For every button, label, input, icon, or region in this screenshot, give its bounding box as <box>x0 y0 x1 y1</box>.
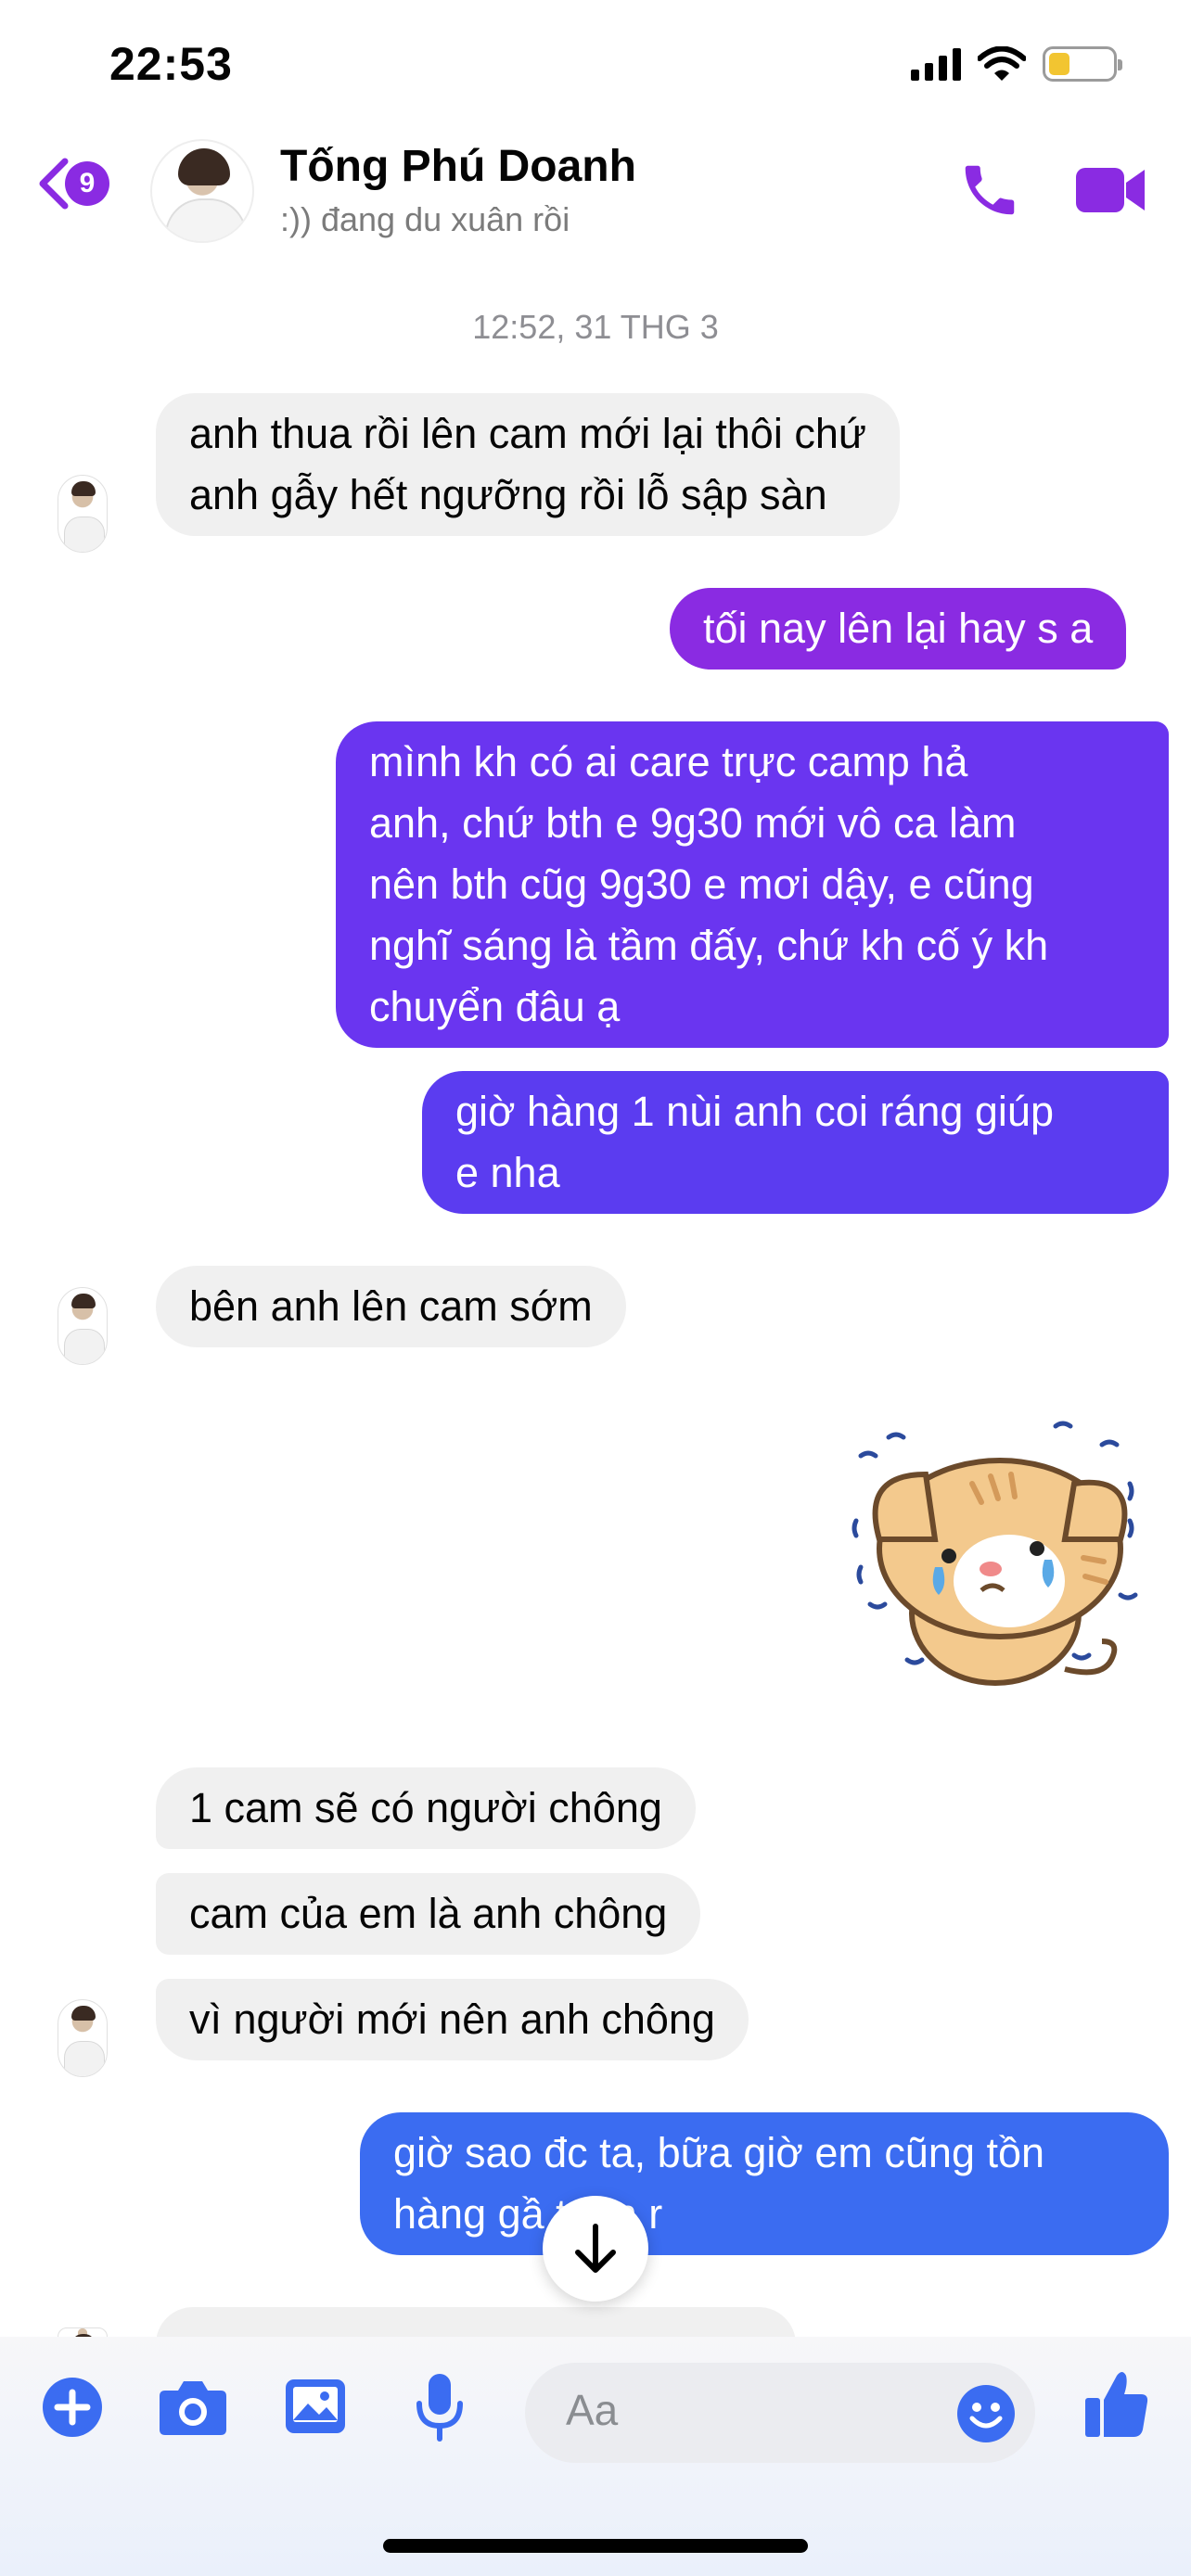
chat-header: 9 Tống Phú Doanh :)) đang du xuân rồi <box>0 139 1191 260</box>
message-line: nên bth cũg 9g30 e mơi dậy, e cũng <box>369 861 1034 908</box>
wifi-icon <box>978 46 1026 81</box>
message-outgoing[interactable]: mình kh có ai care trực camp hả anh, chứ… <box>336 721 1169 1048</box>
battery-icon <box>1043 46 1122 82</box>
message-line: tối nay lên lại hay s a <box>703 605 1094 652</box>
message-line: anh, chứ bth e 9g30 mới vô ca làm <box>369 799 1017 847</box>
message-line: vì người mới nên anh chông <box>189 1996 715 2043</box>
crying-cat-sticker[interactable] <box>852 1419 1148 1706</box>
scroll-to-bottom-button[interactable] <box>543 2196 648 2302</box>
message-line: giờ hàng 1 nùi anh coi ráng giúp <box>455 1088 1054 1135</box>
signal-icon <box>911 47 961 81</box>
message-incoming[interactable]: cam của em là anh chông <box>156 1873 701 1955</box>
message-outgoing[interactable]: tối nay lên lại hay s a <box>670 588 1127 670</box>
status-time: 22:53 <box>109 38 233 90</box>
message-line: giờ sao đc ta, bữa giờ em cũng tồn <box>393 2129 1045 2176</box>
camera-icon[interactable] <box>158 2378 228 2437</box>
message-line: nghĩ sáng là tầm đấy, chứ kh cố ý kh <box>369 922 1049 969</box>
message-input-field[interactable] <box>525 2363 1035 2463</box>
message-incoming[interactable]: anh thua rồi lên cam mới lại thôi chứ an… <box>156 393 900 536</box>
message-incoming[interactable]: vì người mới nên anh chông <box>156 1979 749 2060</box>
contact-name[interactable]: Tống Phú Doanh <box>280 141 636 192</box>
home-indicator <box>383 2539 808 2553</box>
message-line: anh thua rồi lên cam mới lại thôi chứ <box>189 410 866 457</box>
message-incoming[interactable]: 1 cam sẽ có người chông <box>156 1767 696 1849</box>
message-line: e nha <box>455 1149 560 1196</box>
message-outgoing[interactable]: giờ hàng 1 nùi anh coi ráng giúp e nha <box>422 1071 1169 1214</box>
message-outgoing[interactable]: giờ sao đc ta, bữa giờ em cũng tồn hàng … <box>360 2112 1169 2255</box>
message-line: cam của em là anh chông <box>189 1890 668 1937</box>
arrow-down-icon <box>575 2224 616 2273</box>
message-input[interactable] <box>566 2385 918 2435</box>
contact-avatar-small[interactable] <box>58 475 108 553</box>
plus-icon[interactable] <box>41 2376 104 2439</box>
unread-badge: 9 <box>65 161 109 206</box>
contact-status: :)) đang du xuân rồi <box>280 200 570 238</box>
status-icons <box>911 46 1122 82</box>
thumbs-up-icon[interactable] <box>1083 2368 1150 2441</box>
message-line: mình kh có ai care trực camp hả <box>369 738 968 785</box>
back-button[interactable]: 9 <box>35 156 109 211</box>
message-line: chuyển đâu ạ <box>369 983 621 1030</box>
message-line: bên anh lên cam sớm <box>189 1282 593 1330</box>
message-line: anh gẫy hết ngưỡng rồi lỗ sập sàn <box>189 471 827 518</box>
message-incoming[interactable]: bên anh lên cam sớm <box>156 1266 626 1347</box>
message-line: 1 cam sẽ có người chông <box>189 1784 662 1831</box>
thread-timestamp: 12:52, 31 THG 3 <box>472 308 719 346</box>
video-icon[interactable] <box>1074 161 1148 219</box>
phone-icon[interactable] <box>957 158 1022 223</box>
contact-avatar-small[interactable] <box>58 1287 108 1365</box>
contact-avatar-small[interactable] <box>58 1999 108 2077</box>
image-icon[interactable] <box>284 2378 347 2435</box>
message-line: hàng gầ tuần r <box>393 2190 663 2238</box>
emoji-icon[interactable] <box>955 2383 1017 2444</box>
status-bar: 22:53 <box>0 0 1191 139</box>
contact-avatar[interactable] <box>150 139 254 243</box>
mic-icon[interactable] <box>414 2372 466 2442</box>
